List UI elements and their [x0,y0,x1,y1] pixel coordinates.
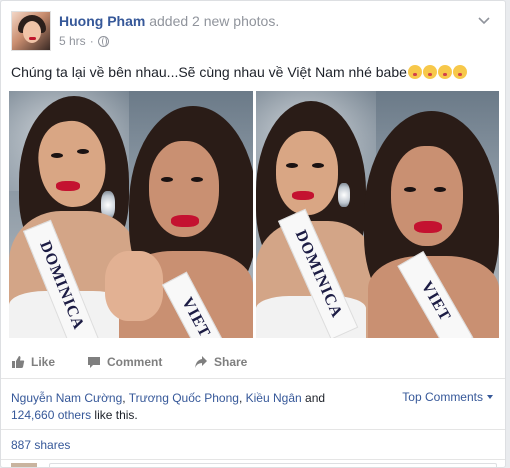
caret-down-icon [487,395,493,399]
top-comments-label: Top Comments [402,390,483,404]
post-caption: Chúng ta lại về bên nhau...Sẽ cùng nhau … [11,63,467,81]
earring [338,183,350,207]
kissing-face-emoji-icon [422,65,437,79]
post-meta: Huong Pham added 2 new photos. 5 hrs · [59,12,279,48]
liker-link[interactable]: Nguyễn Nam Cường [11,391,122,405]
lips [171,215,199,227]
photo-grid: DOMINICA VIET DOMINICA VIET [9,91,499,338]
chevron-down-icon[interactable] [477,13,491,27]
lips [292,191,314,200]
post-header: Huong Pham added 2 new photos. 5 hrs · [11,11,495,53]
comment-input[interactable] [49,463,497,467]
eye [161,177,173,182]
likes-summary: Nguyễn Nam Cường, Trương Quốc Phong, Kiề… [11,390,331,424]
eye [77,149,89,154]
separator: , [238,391,243,405]
post-title-line: Huong Pham added 2 new photos. [59,12,279,30]
eye [191,177,203,182]
kissing-face-emoji-icon [437,65,452,79]
viewer-avatar [11,463,37,467]
comment-label: Comment [107,355,163,369]
eye [404,187,416,192]
share-label: Share [214,355,248,369]
others-link[interactable]: 124,660 others [11,408,91,422]
kissing-face-emoji-icon [452,65,467,79]
kissing-face-emoji-icon [407,65,422,79]
feed-post: Huong Pham added 2 new photos. 5 hrs · C… [0,0,506,468]
likes-suffix: like this. [94,408,138,422]
shares-link[interactable]: 887 shares [11,438,70,452]
caption-text: Chúng ta lại về bên nhau...Sẽ cùng nhau … [11,64,407,80]
thumbs-up-icon [12,356,25,368]
top-comments-dropdown[interactable]: Top Comments [402,390,493,404]
like-button[interactable]: Like [11,355,55,369]
comment-button[interactable]: Comment [87,355,162,369]
share-button[interactable]: Share [194,355,247,369]
post-timestamp[interactable]: 5 hrs [59,34,86,48]
eye [434,187,446,192]
comment-icon [88,357,100,368]
globe-icon[interactable] [97,35,109,47]
like-label: Like [31,355,56,369]
emoji-group [407,64,467,80]
author-name-link[interactable]: Huong Pham [59,13,145,29]
post-actions-bar: Like Comment Share [1,349,505,379]
separator: , [122,391,126,405]
author-avatar[interactable] [11,11,51,51]
eye [312,163,324,168]
liker-link[interactable]: Trương Quốc Phong [129,391,239,405]
post-subline: 5 hrs · [59,34,279,48]
post-action-text: added 2 new photos. [149,13,280,29]
divider [1,429,505,430]
face-left-woman [276,131,338,215]
photo-2[interactable]: DOMINICA VIET [256,91,499,338]
lips [56,181,80,191]
meta-separator: · [89,34,94,48]
eye [286,163,298,168]
eye [51,153,63,158]
photo-1[interactable]: DOMINICA VIET [9,91,253,338]
clasped-hands [105,251,163,321]
share-arrow-icon [195,356,207,368]
liker-link[interactable]: Kiều Ngân [246,391,302,405]
lips [414,221,442,233]
likes-and: and [305,391,326,405]
avatar-lips [29,37,36,40]
